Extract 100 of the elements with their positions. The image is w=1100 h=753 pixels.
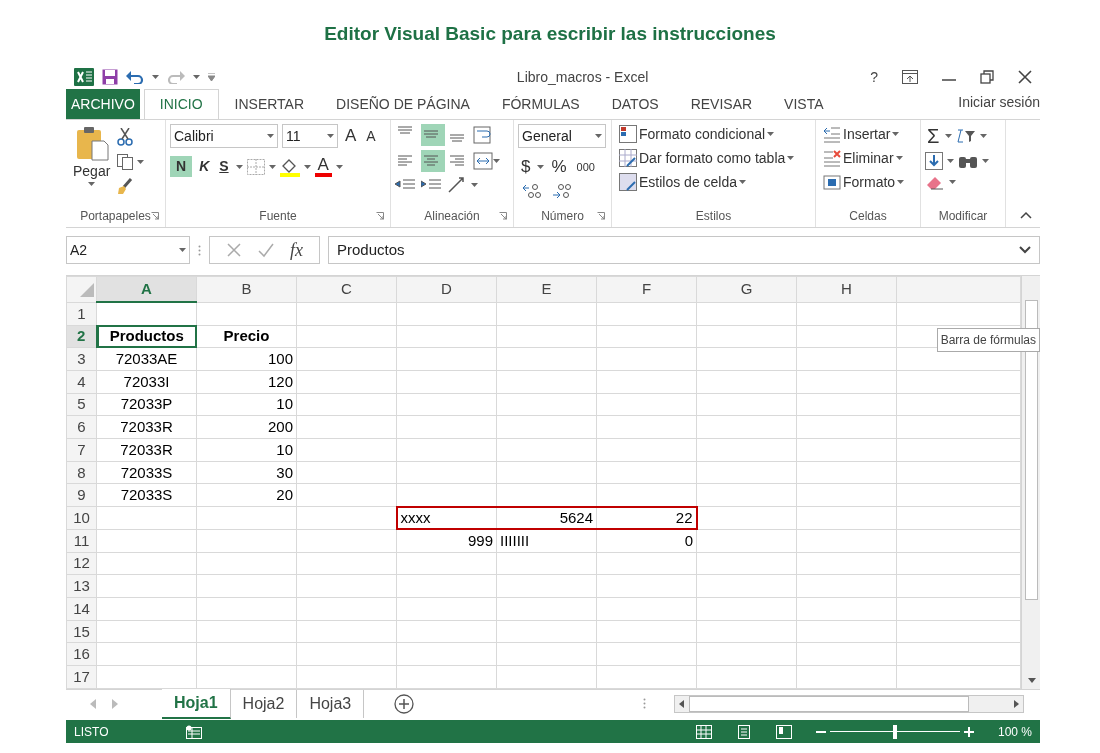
fill-down-icon[interactable] — [925, 152, 943, 170]
cells-menu-button[interactable]: Insertar — [820, 124, 903, 144]
save-icon[interactable] — [102, 69, 118, 85]
table-cell[interactable]: 72033I — [96, 370, 197, 394]
increase-font-size-button[interactable]: A — [342, 124, 360, 148]
row-header[interactable]: 17 — [66, 665, 97, 689]
table-cell[interactable]: 72033P — [96, 393, 197, 416]
font-color-button[interactable]: A — [314, 156, 332, 177]
cells-menu-button[interactable]: Formato — [820, 172, 908, 192]
ribbon-tab[interactable]: REVISAR — [674, 89, 769, 119]
decrease-decimal-icon[interactable] — [552, 182, 574, 201]
row-header[interactable]: 16 — [66, 642, 97, 666]
ribbon-tab[interactable]: INICIO — [143, 89, 219, 119]
font-name-dropdown[interactable]: Calibri — [170, 124, 278, 148]
eraser-icon[interactable] — [925, 174, 945, 190]
ribbon-display-icon[interactable] — [902, 70, 918, 84]
increase-decimal-icon[interactable] — [522, 182, 544, 201]
sheet-tab[interactable]: Hoja1 — [162, 688, 231, 719]
table-cell[interactable]: Productos — [96, 325, 197, 348]
styles-menu-button[interactable]: Formato condicional — [616, 124, 778, 144]
table-cell[interactable]: 72033AE — [96, 347, 197, 371]
table-cell[interactable]: 10 — [196, 393, 297, 416]
dialog-launcher-icon[interactable] — [597, 212, 605, 220]
enter-check-icon[interactable] — [258, 242, 274, 258]
splitter-dots-icon[interactable] — [643, 698, 646, 709]
ribbon-tab[interactable]: FÓRMULAS — [485, 89, 596, 119]
row-header[interactable]: 7 — [66, 438, 97, 462]
macro-recording-icon[interactable] — [186, 724, 203, 739]
help-button[interactable]: ? — [870, 66, 878, 88]
slider-thumb[interactable] — [892, 724, 897, 739]
row-header[interactable]: 10 — [66, 506, 97, 530]
merge-center-icon[interactable] — [473, 152, 493, 170]
table-cell[interactable]: 30 — [196, 461, 297, 484]
autosum-button[interactable]: Σ — [925, 124, 942, 148]
customize-menu-icon[interactable] — [208, 73, 215, 81]
text-orientation-icon[interactable] — [447, 176, 467, 194]
file-tab[interactable]: ARCHIVO — [66, 89, 140, 119]
table-cell[interactable]: 72033S — [96, 483, 197, 507]
cells-menu-button[interactable]: Eliminar — [820, 148, 906, 168]
horizontal-scrollbar[interactable] — [674, 694, 1024, 713]
scissors-icon[interactable] — [117, 128, 134, 146]
table-cell[interactable]: xxxx — [396, 506, 497, 530]
table-cell[interactable]: 120 — [196, 370, 297, 394]
row-header[interactable]: 15 — [66, 620, 97, 643]
undo-icon[interactable] — [126, 70, 144, 84]
italic-button[interactable]: K — [196, 157, 213, 176]
sheet-tab[interactable]: Hoja3 — [297, 689, 365, 718]
ribbon-tab[interactable]: INSERTAR — [218, 89, 321, 119]
dialog-launcher-icon[interactable] — [376, 212, 384, 220]
zoom-slider[interactable] — [829, 724, 960, 739]
sheet-tab[interactable]: Hoja2 — [230, 689, 298, 718]
zoom-in-icon[interactable] — [963, 726, 974, 737]
number-format-dropdown[interactable]: General — [518, 124, 606, 148]
table-cell[interactable]: 100 — [196, 347, 297, 371]
splitter-dots-icon[interactable] — [198, 244, 201, 256]
underline-button[interactable]: S — [216, 157, 232, 176]
column-header[interactable]: F — [596, 276, 697, 303]
formula-input[interactable]: Productos — [328, 236, 1040, 264]
sort-filter-icon[interactable] — [956, 128, 977, 144]
percent-button[interactable]: % — [548, 156, 570, 179]
row-header[interactable]: 3 — [66, 347, 97, 371]
table-cell[interactable]: 20 — [196, 483, 297, 507]
table-cell[interactable]: IIIIIII — [496, 529, 597, 553]
normal-view-icon[interactable] — [695, 724, 712, 739]
table-cell[interactable]: 0 — [596, 529, 697, 553]
brush-icon[interactable] — [117, 178, 134, 194]
insert-function-button[interactable]: fx — [290, 236, 303, 264]
collapse-ribbon-icon[interactable] — [1020, 211, 1032, 219]
table-cell[interactable]: Precio — [196, 325, 297, 348]
close-icon[interactable] — [1018, 70, 1032, 84]
thousands-separator-button[interactable]: 000 — [573, 159, 598, 175]
column-header[interactable]: A — [96, 276, 197, 303]
font-size-dropdown[interactable]: 11 — [282, 124, 338, 148]
column-header[interactable]: G — [696, 276, 797, 303]
row-header[interactable]: 11 — [66, 529, 97, 553]
bold-button[interactable]: N — [170, 156, 193, 177]
table-cell[interactable]: 72033S — [96, 461, 197, 484]
decrease-font-size-button[interactable]: A — [363, 126, 379, 146]
expand-chevron-icon[interactable] — [1019, 246, 1031, 254]
restore-icon[interactable] — [980, 70, 994, 84]
row-header[interactable]: 14 — [66, 597, 97, 621]
styles-menu-button[interactable]: Estilos de celda — [616, 172, 750, 192]
ribbon-tab[interactable]: DATOS — [595, 89, 675, 119]
row-header[interactable]: 12 — [66, 552, 97, 575]
row-header[interactable]: 8 — [66, 461, 97, 484]
row-header[interactable]: 6 — [66, 415, 97, 439]
new-sheet-icon[interactable] — [394, 693, 415, 714]
page-break-view-icon[interactable] — [775, 724, 792, 739]
copy-icon[interactable] — [117, 154, 134, 170]
scroll-thumb[interactable] — [689, 695, 969, 712]
table-cell[interactable]: 72033R — [96, 438, 197, 462]
row-header[interactable]: 2 — [66, 325, 97, 348]
column-header[interactable]: B — [196, 276, 297, 303]
row-header[interactable]: 13 — [66, 574, 97, 598]
column-header[interactable]: H — [796, 276, 897, 303]
ribbon-tab[interactable]: DISEÑO DE PÁGINA — [320, 89, 486, 119]
styles-menu-button[interactable]: Dar formato como tabla — [616, 148, 798, 168]
row-header[interactable]: 4 — [66, 370, 97, 394]
table-cell[interactable]: 10 — [196, 438, 297, 462]
dialog-launcher-icon[interactable] — [151, 212, 159, 220]
